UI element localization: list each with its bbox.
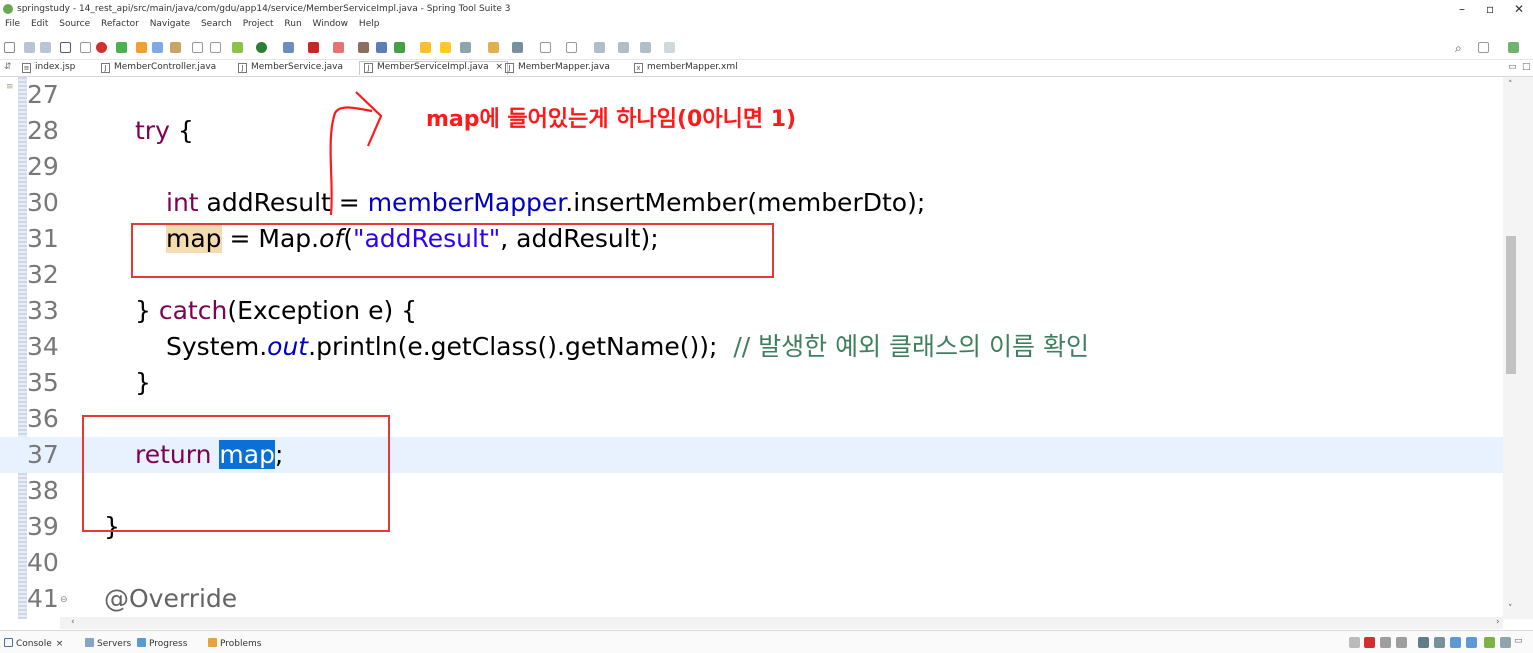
minimize-panel-icon[interactable]: ▭	[1514, 636, 1523, 646]
close-tab-icon[interactable]: ×	[56, 639, 64, 649]
scroll-up-icon[interactable]: ˄	[1508, 80, 1513, 90]
annotation-arrow	[329, 91, 383, 216]
servers-icon	[85, 638, 94, 647]
scroll-left-icon[interactable]: ‹	[71, 617, 75, 627]
tab-label: Progress	[149, 639, 188, 649]
problems-icon	[208, 638, 217, 647]
vertical-scroll-thumb[interactable]	[1506, 236, 1516, 374]
console-toolbar-icon[interactable]	[1349, 637, 1360, 648]
tab-problems[interactable]: Problems	[208, 638, 261, 649]
tab-label: Problems	[220, 639, 262, 649]
tab-servers[interactable]: Servers	[85, 638, 131, 649]
terminate-icon[interactable]	[1364, 637, 1375, 648]
tab-label: Console	[16, 639, 52, 649]
scroll-lock-icon[interactable]	[1434, 637, 1445, 648]
console-icon	[4, 638, 13, 647]
tab-console[interactable]: Console ×	[4, 638, 63, 649]
open-console-icon[interactable]	[1500, 637, 1511, 648]
tab-progress[interactable]: Progress	[137, 638, 187, 649]
clear-console-icon[interactable]	[1418, 637, 1429, 648]
word-wrap-console-icon[interactable]	[1450, 637, 1461, 648]
annotation-note: map에 들어있는게 하나임(0아니면 1)	[426, 107, 797, 132]
tab-label: Servers	[97, 639, 132, 649]
highlight-box-map-assign	[131, 223, 774, 278]
scroll-right-icon[interactable]: ›	[1496, 617, 1500, 627]
remove-launch-icon[interactable]	[1380, 637, 1391, 648]
remove-all-icon[interactable]	[1396, 637, 1407, 648]
bottom-panel: Console × Servers Progress Problems ▭	[0, 630, 1533, 653]
display-console-icon[interactable]	[1484, 637, 1495, 648]
scroll-down-icon[interactable]: ˅	[1508, 604, 1513, 614]
pin-console-icon[interactable]	[1466, 637, 1477, 648]
highlight-box-return	[82, 415, 390, 532]
progress-icon	[137, 638, 146, 647]
horizontal-scrollbar[interactable]	[60, 617, 1503, 629]
